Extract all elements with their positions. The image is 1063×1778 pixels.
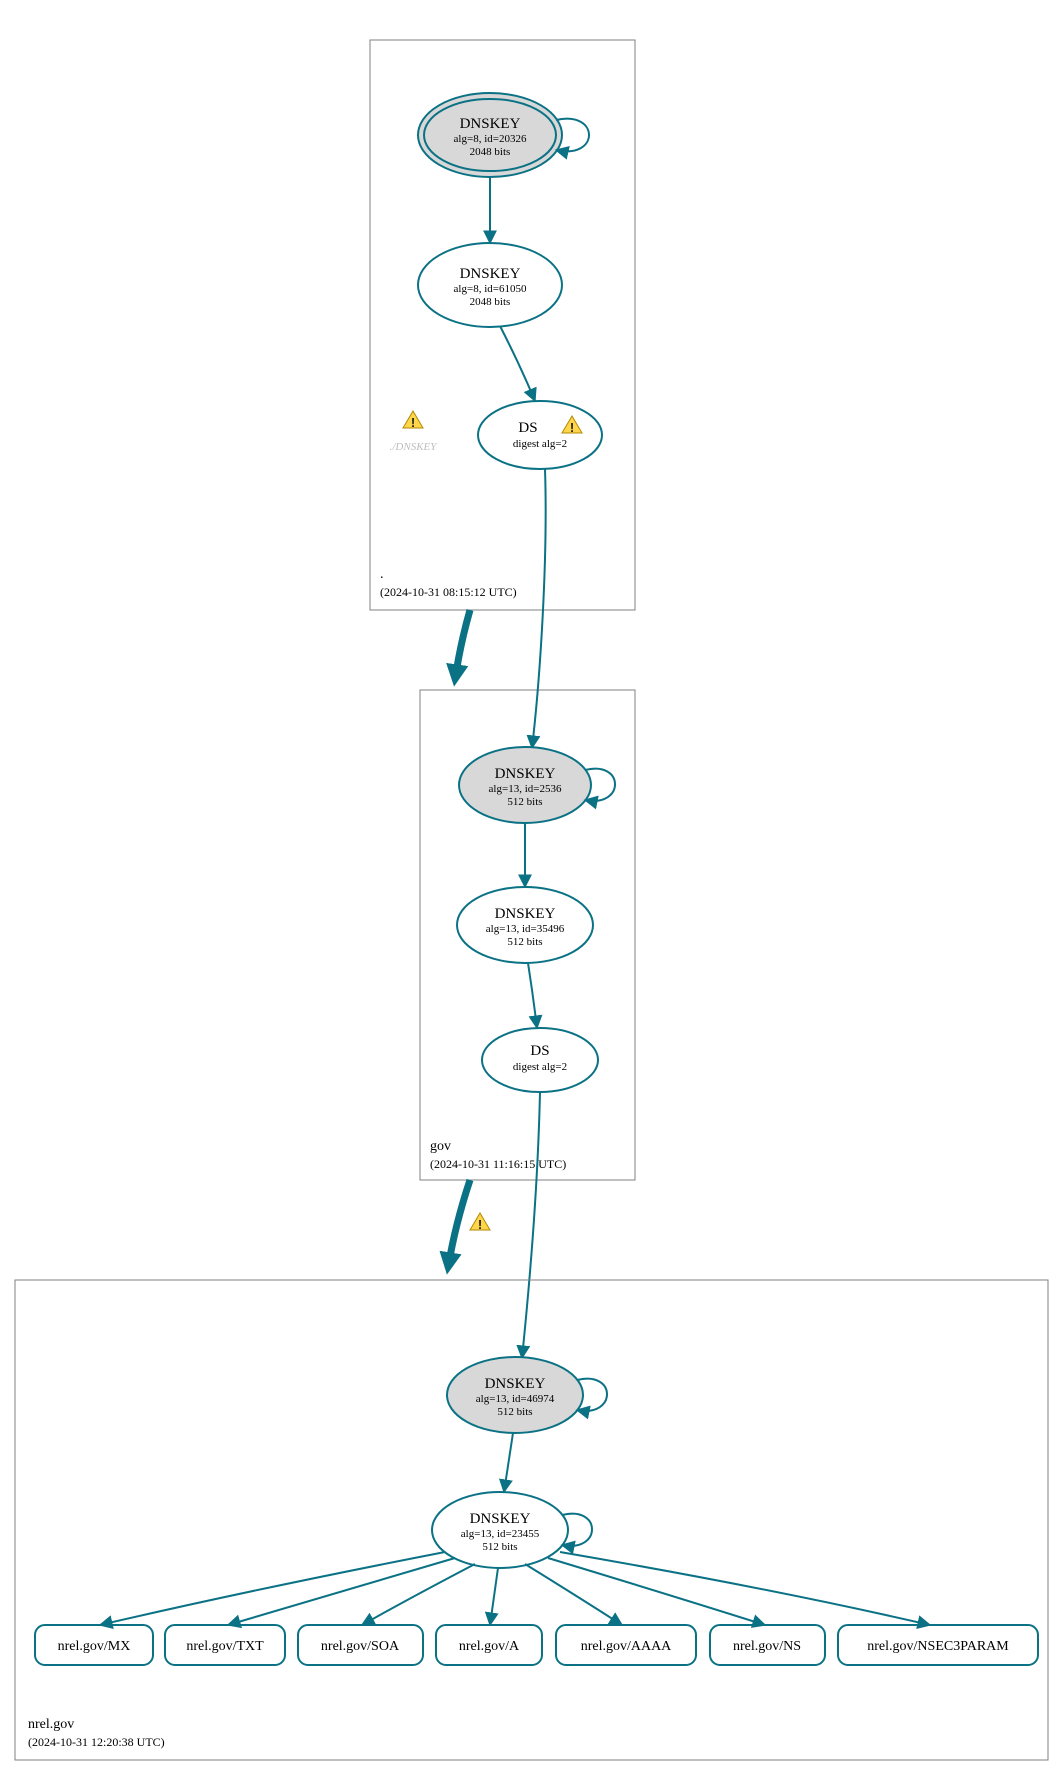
node-gov-ksk-line2: alg=13, id=2536: [489, 783, 562, 795]
edge-zsk-to-aaaa: [525, 1564, 622, 1625]
node-nrel-ksk-line2: alg=13, id=46974: [476, 1393, 555, 1405]
zone-label-gov: gov: [430, 1139, 451, 1154]
node-gov-zsk-title: DNSKEY: [495, 906, 556, 922]
zone-timestamp-nrel: (2024-10-31 12:20:38 UTC): [28, 1735, 165, 1749]
edge-root-zsk-to-ds: [500, 326, 535, 401]
edge-nrel-ksk-to-zsk: [504, 1433, 513, 1492]
node-nrel-ksk-title: DNSKEY: [485, 1376, 546, 1392]
svg-text:nrel.gov/NS: nrel.gov/NS: [733, 1639, 801, 1654]
node-nrel-ksk: DNSKEY alg=13, id=46974 512 bits: [447, 1357, 583, 1433]
node-root-ds-title: DS: [518, 420, 537, 436]
warning-icon: [403, 411, 423, 430]
rrset-ns: nrel.gov/NS: [710, 1625, 825, 1665]
rrset-nsec3param: nrel.gov/NSEC3PARAM: [838, 1625, 1038, 1665]
edge-zsk-to-txt: [228, 1558, 455, 1625]
node-root-ds: DS digest alg=2: [478, 401, 602, 469]
node-gov-ksk-title: DNSKEY: [495, 766, 556, 782]
node-root-zsk: DNSKEY alg=8, id=61050 2048 bits: [418, 243, 562, 327]
edge-zsk-to-a: [490, 1568, 498, 1625]
svg-text:nrel.gov/MX: nrel.gov/MX: [58, 1639, 131, 1654]
rrset-txt: nrel.gov/TXT: [165, 1625, 285, 1665]
edge-gov-zsk-to-ds: [528, 963, 537, 1028]
edge-zsk-to-nsec3param: [560, 1552, 930, 1625]
node-nrel-zsk-title: DNSKEY: [470, 1511, 531, 1527]
node-nrel-zsk: DNSKEY alg=13, id=23455 512 bits: [432, 1492, 568, 1568]
node-gov-ds-line2: digest alg=2: [513, 1061, 567, 1073]
svg-text:nrel.gov/A: nrel.gov/A: [459, 1639, 520, 1654]
svg-text:nrel.gov/NSEC3PARAM: nrel.gov/NSEC3PARAM: [867, 1639, 1009, 1654]
rrset-a: nrel.gov/A: [436, 1625, 542, 1665]
node-root-zsk-line2: alg=8, id=61050: [454, 283, 527, 295]
node-nrel-ksk-line3: 512 bits: [497, 1406, 532, 1418]
zone-label-root: .: [380, 567, 384, 582]
node-root-zsk-title: DNSKEY: [460, 266, 521, 282]
node-gov-ds-title: DS: [530, 1043, 549, 1059]
node-nrel-zsk-line2: alg=13, id=23455: [461, 1528, 540, 1540]
node-nrel-zsk-line3: 512 bits: [482, 1541, 517, 1553]
node-root-faded-dnskey: ./DNSKEY: [390, 411, 439, 453]
zone-timestamp-root: (2024-10-31 08:15:12 UTC): [380, 585, 517, 599]
edge-delegation-gov-to-nrel: [448, 1180, 470, 1268]
node-root-ksk-line2: alg=8, id=20326: [454, 133, 527, 145]
svg-text:nrel.gov/TXT: nrel.gov/TXT: [186, 1639, 264, 1654]
zone-label-nrel: nrel.gov: [28, 1717, 74, 1732]
warning-icon: [470, 1213, 490, 1232]
edge-root-ds-to-gov-ksk: [532, 469, 546, 748]
svg-text:nrel.gov/AAAA: nrel.gov/AAAA: [581, 1639, 672, 1654]
svg-text:nrel.gov/SOA: nrel.gov/SOA: [321, 1639, 400, 1654]
rrset-mx: nrel.gov/MX: [35, 1625, 153, 1665]
node-root-ksk-line3: 2048 bits: [470, 146, 511, 158]
node-gov-ksk-line3: 512 bits: [507, 796, 542, 808]
edge-gov-ds-to-nrel-ksk: [522, 1092, 540, 1358]
node-root-faded-label: ./DNSKEY: [390, 441, 439, 453]
node-root-zsk-line3: 2048 bits: [470, 296, 511, 308]
node-gov-zsk: DNSKEY alg=13, id=35496 512 bits: [457, 887, 593, 963]
edge-zsk-to-ns: [548, 1558, 765, 1625]
node-root-ksk: DNSKEY alg=8, id=20326 2048 bits: [418, 93, 562, 177]
node-gov-ksk: DNSKEY alg=13, id=2536 512 bits: [459, 747, 591, 823]
node-gov-zsk-line2: alg=13, id=35496: [486, 923, 565, 935]
zone-timestamp-gov: (2024-10-31 11:16:15 UTC): [430, 1157, 566, 1171]
node-gov-ds: DS digest alg=2: [482, 1028, 598, 1092]
edge-zsk-to-mx: [100, 1552, 445, 1625]
rrset-aaaa: nrel.gov/AAAA: [556, 1625, 696, 1665]
node-root-ksk-title: DNSKEY: [460, 116, 521, 132]
edge-zsk-to-soa: [362, 1564, 475, 1625]
rrset-soa: nrel.gov/SOA: [298, 1625, 423, 1665]
node-gov-zsk-line3: 512 bits: [507, 936, 542, 948]
edge-delegation-root-to-gov: [455, 610, 470, 680]
node-root-ds-line2: digest alg=2: [513, 438, 567, 450]
